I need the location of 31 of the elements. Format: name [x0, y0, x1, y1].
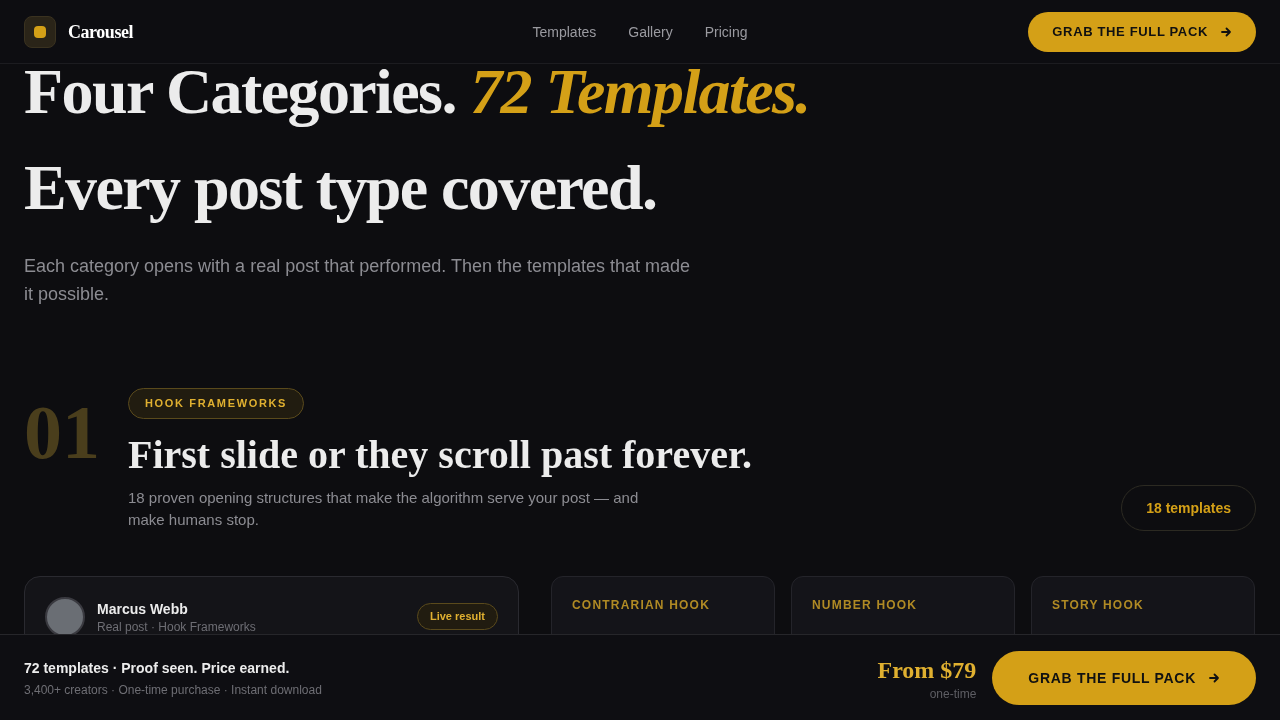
brand-name: Carousel	[68, 20, 134, 44]
nav-link[interactable]: Gallery	[628, 21, 673, 42]
arrow-right-icon	[1220, 25, 1232, 38]
template-card[interactable]: CONTRARIAN HOOK	[551, 575, 775, 634]
grab-pack-button[interactable]: GRAB THE FULL PACK	[1028, 11, 1256, 52]
template-label: NUMBER HOOK	[812, 596, 919, 613]
grab-pack-button[interactable]: GRAB THE FULL PACK	[992, 650, 1256, 705]
category-description: 18 proven opening structures that make the algorithm serve your post — and make humans stop.	[128, 487, 640, 530]
hero-title: Four Categories.	[24, 64, 456, 127]
category-title: First slide or they scroll past forever.	[128, 430, 752, 479]
avatar	[45, 596, 85, 634]
template-label: STORY HOOK	[1052, 596, 1145, 613]
template-card[interactable]: NUMBER HOOK	[791, 575, 1015, 634]
footer-headline: 72 templates · Proof seen. Price earned.	[24, 658, 291, 678]
nav-link[interactable]: Templates	[532, 21, 597, 42]
author-name: Marcus Webb	[97, 599, 189, 619]
template-card[interactable]: STORY HOOK	[1031, 575, 1255, 634]
footer-meta: 3,400+ creators · One-time purchase · Instant download	[24, 681, 322, 698]
nav-link[interactable]: Pricing	[704, 21, 748, 42]
price-note: one-time	[929, 685, 977, 702]
price: From $79	[877, 655, 977, 685]
hero-lead: Each category opens with a real post that performed. Then the templates that made it possible.	[24, 255, 692, 306]
arrow-right-icon	[1208, 671, 1220, 684]
logo-icon	[24, 15, 56, 48]
category-number: 01	[24, 394, 101, 476]
category-tag: HOOK FRAMEWORKS	[128, 388, 305, 419]
hero-title-accent: 72 Templates.	[470, 64, 810, 127]
post-meta: Real post · Hook Frameworks	[97, 618, 257, 634]
template-label: CONTRARIAN HOOK	[572, 596, 711, 613]
live-badge: Live result	[416, 603, 498, 630]
hero-subtitle: Every post type covered.	[24, 151, 658, 225]
